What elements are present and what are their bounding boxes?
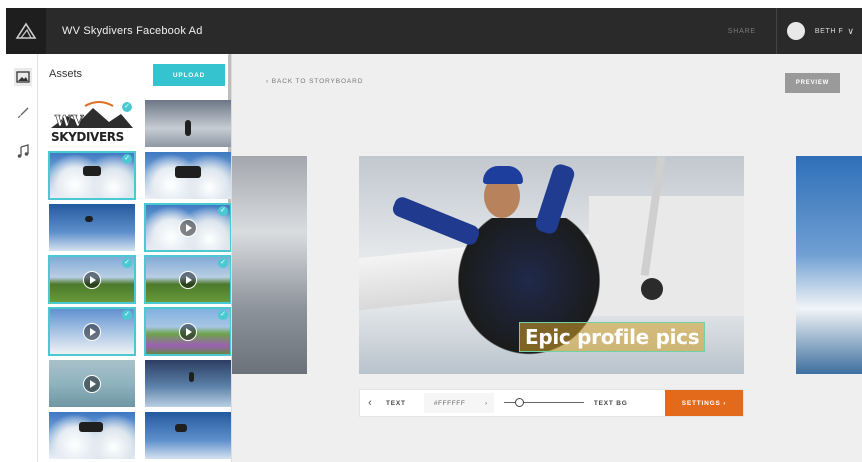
check-icon: ✓ — [122, 102, 132, 112]
skydiver-helmet — [483, 166, 523, 184]
slide-toolbar: ‹ TEXT #FFFFFF › TEXT BG SETTINGS › — [359, 389, 744, 417]
check-icon: ✓ — [122, 310, 132, 320]
mountain-logo-icon — [15, 22, 37, 39]
asset-thumbnail[interactable] — [49, 204, 135, 251]
play-icon — [83, 374, 101, 393]
asset-thumbnail-video[interactable]: ✓ — [144, 307, 231, 356]
text-color-select[interactable]: #FFFFFF › — [423, 393, 494, 413]
avatar — [786, 22, 805, 40]
image-icon[interactable] — [14, 68, 32, 86]
asset-thumbnail-video[interactable] — [49, 360, 135, 407]
logo-text-skydivers: SKYDIVERS — [51, 130, 124, 144]
user-menu[interactable]: BETH F ∨ — [775, 8, 862, 54]
text-label[interactable]: TEXT — [386, 400, 406, 407]
asset-thumbnail-video[interactable]: ✓ — [144, 203, 231, 252]
asset-thumbnail-video[interactable]: ✓ — [48, 307, 136, 356]
logo-text-wv: WV — [55, 112, 84, 131]
text-size-slider[interactable] — [503, 393, 584, 413]
settings-button[interactable]: SETTINGS › — [665, 390, 743, 416]
text-bg-label[interactable]: TEXT BG — [594, 400, 628, 407]
chevron-down-icon: ∨ — [847, 25, 854, 36]
chevron-right-icon: › — [485, 399, 488, 407]
asset-thumbnail[interactable] — [49, 412, 135, 459]
asset-thumbnail-video[interactable]: ✓ — [48, 255, 136, 304]
upload-button[interactable]: UPLOAD — [153, 64, 225, 86]
slider-knob[interactable] — [514, 398, 524, 407]
toolbar-prev-arrow[interactable]: ‹ — [360, 397, 380, 409]
plane-wheel — [641, 278, 663, 300]
top-right-controls: SHARE BETH F ∨ — [728, 8, 862, 54]
check-icon: ✓ — [122, 154, 132, 164]
play-icon — [179, 270, 197, 289]
project-title[interactable]: WV Skydivers Facebook Ad — [62, 25, 203, 37]
play-icon — [179, 218, 197, 237]
preview-button[interactable]: PREVIEW — [785, 73, 840, 93]
user-name: BETH F — [814, 27, 844, 35]
play-icon — [179, 322, 197, 341]
check-icon: ✓ — [218, 206, 228, 216]
next-slide[interactable] — [796, 156, 862, 374]
top-bar: WV Skydivers Facebook Ad SHARE BETH F ∨ — [6, 8, 862, 54]
play-icon — [83, 322, 101, 341]
asset-thumbnail-video[interactable]: ✓ — [144, 255, 231, 304]
side-rail — [6, 54, 38, 462]
asset-thumbnail[interactable] — [145, 412, 231, 459]
check-icon: ✓ — [218, 258, 228, 268]
asset-thumbnail[interactable] — [145, 100, 231, 147]
brush-icon[interactable] — [14, 104, 32, 122]
app-window: WV Skydivers Facebook Ad SHARE BETH F ∨ … — [6, 8, 862, 462]
check-icon: ✓ — [218, 310, 228, 320]
play-icon — [83, 270, 101, 289]
slide-caption[interactable]: Epic profile pics — [519, 322, 706, 352]
previous-slide[interactable] — [232, 156, 307, 374]
asset-thumbnail-logo[interactable]: WV SKYDIVERS ✓ — [49, 100, 135, 147]
assets-title: Assets — [49, 68, 83, 80]
text-color-value: #FFFFFF — [433, 399, 466, 407]
app-logo[interactable] — [6, 8, 46, 54]
asset-thumbnail[interactable] — [145, 152, 231, 199]
back-to-storyboard-link[interactable]: ‹ BACK TO STORYBOARD — [266, 78, 363, 85]
check-icon: ✓ — [122, 258, 132, 268]
share-link[interactable]: SHARE — [728, 28, 756, 35]
asset-thumbnail[interactable] — [145, 360, 231, 407]
asset-thumbnail[interactable]: ✓ — [48, 151, 136, 200]
current-slide[interactable]: Epic profile pics — [359, 156, 744, 374]
music-icon[interactable] — [14, 142, 32, 160]
assets-panel: Assets UPLOAD WV SKYDIVERS ✓ ✓ ✓ ✓ ✓ ✓ ✓ — [38, 54, 232, 462]
